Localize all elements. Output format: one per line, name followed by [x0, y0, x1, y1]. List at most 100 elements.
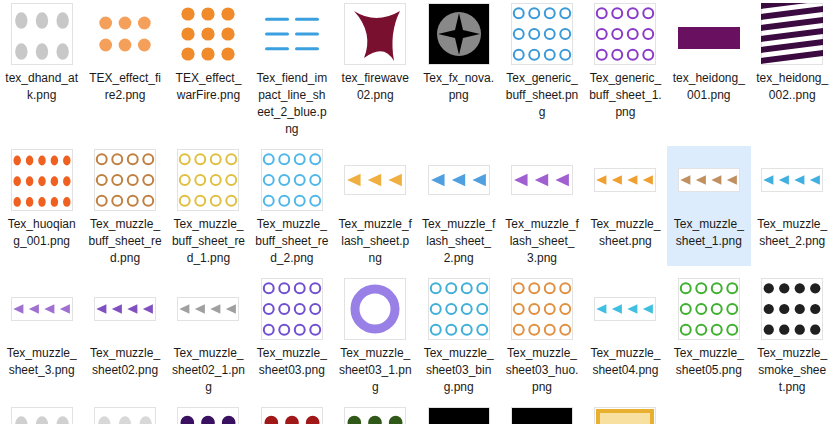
file-item[interactable]: Tex_generic_buff_sheet.png [500, 0, 583, 129]
thumbnail-icon [754, 277, 830, 341]
thumbnail-icon [587, 148, 663, 212]
thumbnail-icon [754, 148, 830, 212]
file-item[interactable]: Tex_muzzle_flash_sheet_3.png [500, 146, 583, 275]
file-item[interactable] [417, 404, 500, 424]
file-grid: tex_dhand_atk.pngTEX_effect_fire2.pngTEX… [0, 0, 834, 424]
file-item[interactable] [334, 404, 417, 424]
file-name: Tex_muzzle_flash_sheet.png [338, 216, 412, 267]
file-item[interactable]: Tex_muzzle_sheet05.png [667, 275, 750, 395]
file-item[interactable]: tex_firewave02.png [334, 0, 417, 120]
file-item[interactable] [83, 404, 166, 424]
file-name: tex_dhand_atk.png [5, 70, 79, 104]
file-item[interactable] [500, 404, 583, 424]
file-item[interactable]: Tex_muzzle_sheet_3.png [0, 275, 83, 395]
file-name: TEX_effect_warFire.png [171, 70, 245, 104]
file-item[interactable]: Tex_muzzle_sheet04.png [584, 275, 667, 395]
thumbnail-icon [504, 406, 580, 424]
file-name: Tex_muzzle_flash_sheet_2.png [422, 216, 496, 267]
file-name: tex_heidong_001.png [672, 70, 746, 104]
thumbnail-icon [87, 148, 163, 212]
thumbnail-icon [254, 277, 330, 341]
file-item[interactable]: Tex_muzzle_flash_sheet_2.png [417, 146, 500, 275]
file-item[interactable]: tex_heidong_001.png [667, 0, 750, 120]
file-name: Tex_generic_buff_sheet.png [505, 70, 579, 121]
file-item[interactable] [167, 404, 250, 424]
file-name: Tex_muzzle_sheet03.png [255, 345, 329, 379]
file-name: Tex_muzzle_sheet02_1.png [171, 345, 245, 396]
file-item[interactable]: Tex_muzzle_sheet_2.png [751, 146, 834, 266]
file-name: Tex_huoqiang_001.png [5, 216, 79, 250]
thumbnail-icon [4, 148, 80, 212]
file-item[interactable]: Tex_muzzle_sheet.png [584, 146, 667, 266]
file-name: Tex_muzzle_sheet03_huo.png [505, 345, 579, 396]
file-name: Tex_muzzle_smoke_sheet.png [755, 345, 829, 396]
thumbnail-icon [337, 277, 413, 341]
file-item[interactable]: tex_heidong_002..png [751, 0, 834, 120]
file-item[interactable]: Tex_muzzle_sheet03_1.png [334, 275, 417, 404]
thumbnail-icon [170, 277, 246, 341]
thumbnail-icon [337, 2, 413, 66]
file-item[interactable]: Tex_muzzle_buff_sheet_red.png [83, 146, 166, 275]
thumbnail-icon [754, 2, 830, 66]
file-item[interactable]: Tex_huoqiang_001.png [0, 146, 83, 266]
file-item[interactable]: Tex_muzzle_smoke_sheet.png [751, 275, 834, 404]
thumbnail-icon [87, 277, 163, 341]
thumbnail-icon [587, 406, 663, 424]
thumbnail-icon [421, 148, 497, 212]
thumbnail-icon [170, 2, 246, 66]
file-name: tex_heidong_002..png [755, 70, 829, 104]
thumbnail-icon [87, 2, 163, 66]
file-item[interactable]: Tex_muzzle_sheet03_bing.png [417, 275, 500, 404]
thumbnail-icon [671, 2, 747, 66]
file-item[interactable]: Tex_muzzle_buff_sheet_red_1.png [167, 146, 250, 275]
thumbnail-icon [170, 406, 246, 424]
file-item[interactable]: TEX_effect_fire2.png [83, 0, 166, 120]
file-item[interactable] [584, 404, 667, 424]
file-item[interactable]: Tex_muzzle_buff_sheet_red_2.png [250, 146, 333, 275]
thumbnail-icon [254, 406, 330, 424]
file-item[interactable]: Tex_muzzle_sheet02.png [83, 275, 166, 395]
thumbnail-icon [504, 148, 580, 212]
file-item[interactable]: tex_dhand_atk.png [0, 0, 83, 120]
file-item[interactable]: TEX_effect_warFire.png [167, 0, 250, 120]
thumbnail-icon [254, 2, 330, 66]
file-name: Tex_fiend_impact_line_sheet_2_blue.png [255, 70, 329, 138]
file-name: Tex_muzzle_sheet05.png [672, 345, 746, 379]
file-name: Tex_muzzle_flash_sheet_3.png [505, 216, 579, 267]
file-item[interactable]: Tex_generic_buff_sheet_1.png [584, 0, 667, 129]
thumbnail-icon [254, 148, 330, 212]
file-name: Tex_fx_nova.png [422, 70, 496, 104]
file-item[interactable]: Tex_muzzle_sheet_1.png [667, 146, 750, 266]
file-item[interactable]: Tex_muzzle_sheet02_1.png [167, 275, 250, 404]
thumbnail-icon [671, 277, 747, 341]
file-name: Tex_muzzle_sheet.png [588, 216, 662, 250]
thumbnail-icon [504, 2, 580, 66]
thumbnail-icon [4, 2, 80, 66]
thumbnail-icon [87, 406, 163, 424]
file-name: Tex_muzzle_sheet03_1.png [338, 345, 412, 396]
thumbnail-icon [337, 406, 413, 424]
thumbnail-icon [504, 277, 580, 341]
thumbnail-icon [4, 277, 80, 341]
file-name: Tex_muzzle_sheet_2.png [755, 216, 829, 250]
thumbnail-icon [671, 148, 747, 212]
file-name: Tex_muzzle_buff_sheet_red.png [88, 216, 162, 267]
file-name: tex_firewave02.png [338, 70, 412, 104]
file-name: Tex_muzzle_buff_sheet_red_1.png [171, 216, 245, 267]
thumbnail-icon [421, 277, 497, 341]
file-item[interactable] [250, 404, 333, 424]
file-item[interactable]: Tex_muzzle_sheet03.png [250, 275, 333, 395]
file-item[interactable]: Tex_muzzle_flash_sheet.png [334, 146, 417, 275]
file-name: Tex_muzzle_sheet_1.png [672, 216, 746, 250]
thumbnail-icon [587, 2, 663, 66]
thumbnail-icon [4, 406, 80, 424]
file-item[interactable]: Tex_fx_nova.png [417, 0, 500, 120]
file-name: Tex_muzzle_buff_sheet_red_2.png [255, 216, 329, 267]
file-item[interactable]: Tex_muzzle_sheet03_huo.png [500, 275, 583, 404]
thumbnail-icon [337, 148, 413, 212]
thumbnail-icon [587, 277, 663, 341]
file-item[interactable]: Tex_fiend_impact_line_sheet_2_blue.png [250, 0, 333, 146]
file-name: Tex_generic_buff_sheet_1.png [588, 70, 662, 121]
file-item[interactable] [0, 404, 83, 424]
thumbnail-icon [170, 148, 246, 212]
